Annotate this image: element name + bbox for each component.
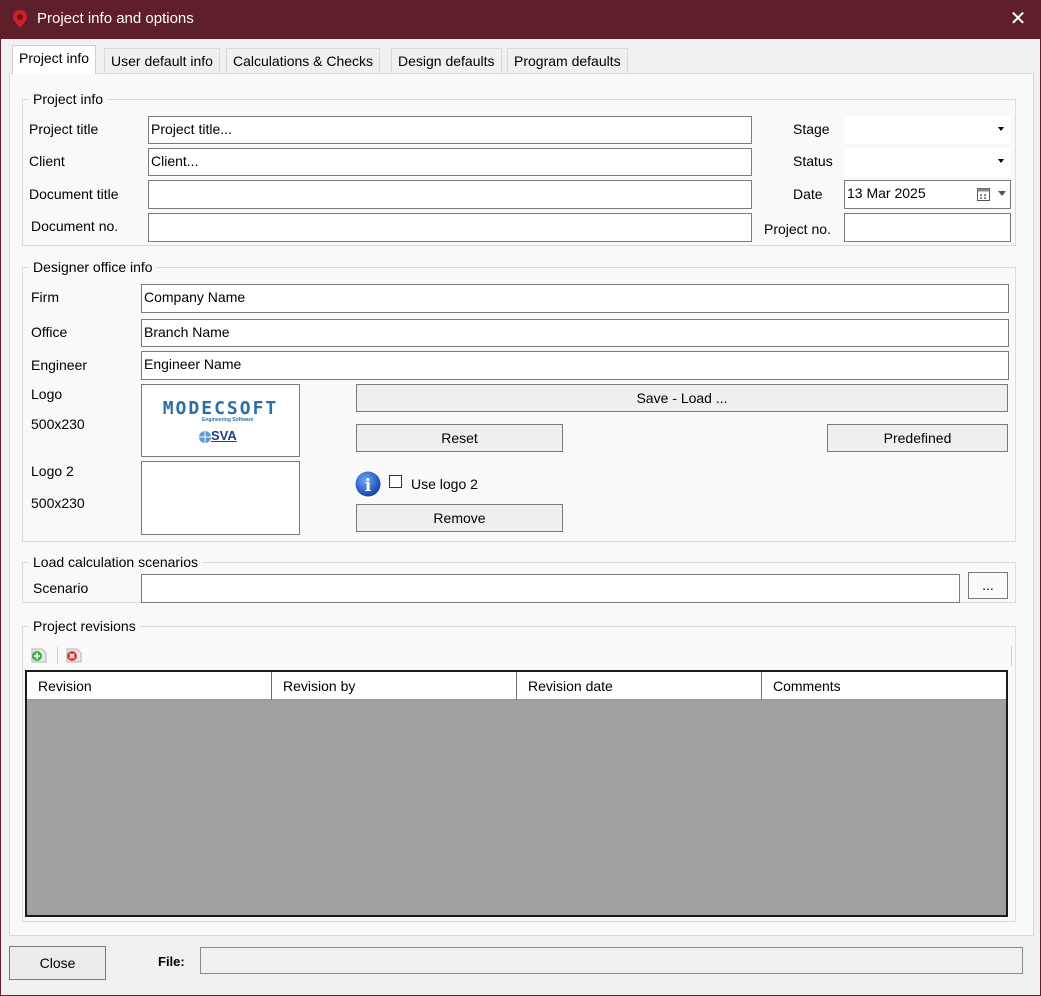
document-title-label: Document title — [29, 186, 119, 202]
logo2-image[interactable] — [141, 461, 300, 535]
status-select[interactable] — [844, 148, 1010, 176]
client-label: Client — [29, 153, 65, 169]
logo-subtext: Engineering Software — [202, 417, 254, 423]
logo-label: Logo — [31, 386, 63, 402]
firm-input[interactable]: Company Name — [141, 284, 1009, 313]
tab-calculations-checks[interactable]: Calculations & Checks — [226, 48, 381, 73]
close-button[interactable]: Close — [9, 946, 106, 980]
project-title-label: Project title — [29, 121, 99, 137]
file-label: File: — [158, 954, 185, 969]
dropdown-arrow-icon — [998, 127, 1004, 131]
engineer-label: Engineer — [31, 357, 88, 373]
column-header-comments[interactable]: Comments — [762, 672, 1006, 700]
column-header-revision[interactable]: Revision — [27, 672, 272, 700]
scenario-input[interactable] — [141, 574, 960, 603]
date-value: 13 Mar 2025 — [847, 185, 926, 201]
project-no-label: Project no. — [764, 221, 831, 237]
close-icon[interactable]: ✕ — [1003, 4, 1033, 34]
document-no-input[interactable] — [148, 213, 752, 242]
project-info-legend: Project info — [29, 91, 108, 107]
svg-text:i: i — [365, 476, 372, 496]
title-bar: Project info and options ✕ — [0, 0, 1041, 39]
client-input[interactable]: Client... — [148, 148, 752, 176]
app-icon — [13, 10, 27, 28]
logo-sva-mark: SVA — [198, 428, 238, 446]
scenario-browse-button[interactable]: ... — [968, 572, 1008, 599]
stage-select[interactable] — [844, 116, 1010, 144]
revisions-table-header: Revision Revision by Revision date Comme… — [27, 672, 1006, 700]
window-title: Project info and options — [37, 10, 194, 27]
use-logo2-checkbox[interactable] — [389, 475, 402, 488]
info-icon[interactable]: i — [355, 471, 381, 497]
document-no-label: Document no. — [31, 218, 119, 234]
dropdown-arrow-icon — [998, 159, 1004, 163]
column-header-revision-by[interactable]: Revision by — [272, 672, 517, 700]
revisions-legend: Project revisions — [29, 618, 140, 634]
logo-image[interactable]: MODECSOFT Engineering Software SVA — [141, 384, 300, 457]
toolbar-end-separator — [1011, 646, 1012, 666]
add-revision-icon[interactable] — [29, 646, 49, 664]
delete-revision-icon[interactable] — [64, 646, 84, 664]
office-input[interactable]: Branch Name — [141, 319, 1009, 347]
project-title-input[interactable]: Project title... — [148, 116, 752, 144]
project-no-input[interactable] — [844, 213, 1011, 242]
sva-globe-icon — [199, 431, 211, 443]
date-picker[interactable]: 13 Mar 2025 — [844, 180, 1011, 209]
file-path-field — [200, 947, 1023, 974]
predefined-button[interactable]: Predefined — [827, 424, 1008, 452]
toolbar-separator — [57, 647, 58, 664]
load-calc-legend: Load calculation scenarios — [29, 554, 202, 570]
designer-office-legend: Designer office info — [29, 259, 157, 275]
remove-button[interactable]: Remove — [356, 504, 563, 532]
calendar-icon[interactable] — [977, 188, 990, 201]
column-header-revision-date[interactable]: Revision date — [517, 672, 762, 700]
tab-program-defaults[interactable]: Program defaults — [507, 48, 628, 73]
save-load-button[interactable]: Save - Load ... — [356, 384, 1008, 412]
logo2-label: Logo 2 — [31, 463, 74, 479]
reset-button[interactable]: Reset — [356, 424, 563, 452]
engineer-input[interactable]: Engineer Name — [141, 351, 1009, 380]
logo-size-label: 500x230 — [31, 416, 85, 432]
logo-wordmark: MODECSOFT — [162, 398, 279, 419]
date-label: Date — [793, 186, 823, 202]
use-logo2-label: Use logo 2 — [411, 476, 478, 492]
dropdown-arrow-icon[interactable] — [998, 191, 1006, 196]
logo2-size-label: 500x230 — [31, 495, 85, 511]
document-title-input[interactable] — [148, 180, 752, 209]
firm-label: Firm — [31, 289, 59, 305]
office-label: Office — [31, 324, 68, 340]
tab-user-default-info[interactable]: User default info — [104, 48, 220, 73]
revisions-table[interactable]: Revision Revision by Revision date Comme… — [25, 670, 1008, 917]
tab-design-defaults[interactable]: Design defaults — [391, 48, 502, 73]
tab-project-info[interactable]: Project info — [12, 45, 97, 74]
status-label: Status — [793, 153, 833, 169]
scenario-label: Scenario — [33, 580, 89, 596]
stage-label: Stage — [793, 121, 830, 137]
